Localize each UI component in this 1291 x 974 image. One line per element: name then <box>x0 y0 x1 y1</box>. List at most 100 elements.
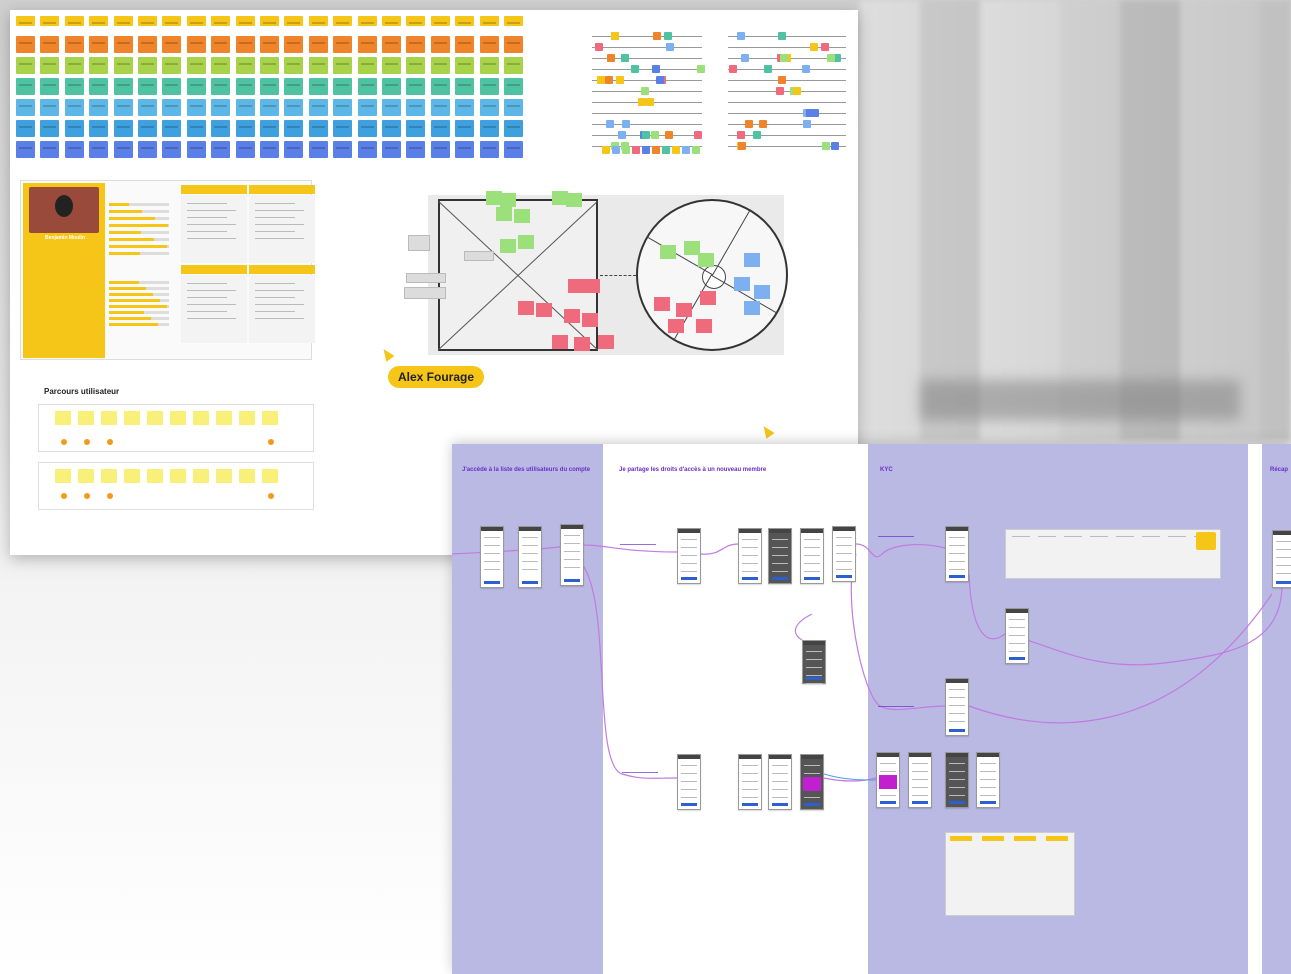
sticky-note <box>40 16 60 26</box>
flow-line <box>592 47 702 48</box>
text-line <box>187 290 236 291</box>
highlight-chip <box>1196 532 1216 550</box>
sticky-note <box>211 36 231 53</box>
user-flow-map[interactable] <box>578 28 848 168</box>
sticky-note <box>479 120 499 137</box>
highlight-chip <box>1014 836 1036 841</box>
journey-row[interactable] <box>38 462 314 510</box>
sticky-note <box>308 57 328 74</box>
sticky-note <box>504 99 523 116</box>
sticky-note <box>479 57 499 74</box>
sticky-note <box>382 16 401 26</box>
sticky-note <box>113 36 133 53</box>
sticky-note <box>40 99 60 116</box>
sticky-note <box>496 207 512 221</box>
sticky-note <box>162 16 182 26</box>
sticky-note <box>16 99 35 116</box>
sticky-note <box>744 253 760 267</box>
flow-node <box>652 32 661 40</box>
journey-step-note <box>78 469 94 483</box>
flow-node <box>822 142 831 150</box>
whiteboard-flows[interactable]: J'accède à la liste des utilisateurs du … <box>452 444 1291 974</box>
connector-label <box>622 772 658 784</box>
sticky-note <box>138 141 157 158</box>
trait-slider <box>109 317 169 320</box>
text-line <box>255 318 304 319</box>
text-line <box>1116 536 1134 537</box>
screen-frame <box>1005 608 1029 664</box>
flow-node <box>740 54 749 62</box>
sticky-note <box>504 141 523 158</box>
sticky-note <box>504 57 523 74</box>
sticky-note <box>260 36 279 53</box>
cursor-arrow-icon <box>379 346 395 362</box>
sticky-note <box>138 57 157 74</box>
flow-node <box>728 65 737 73</box>
column-body <box>181 195 247 263</box>
sticky-note <box>455 16 475 26</box>
text-line <box>187 217 227 218</box>
sticky-note <box>382 99 401 116</box>
sticky-note <box>235 120 255 137</box>
text-line <box>255 290 304 291</box>
flow-line <box>592 113 702 114</box>
sticky-note <box>308 16 328 26</box>
text-line <box>1038 536 1056 537</box>
sticky-note <box>138 16 157 26</box>
sticky-note <box>235 78 255 95</box>
flow-node <box>621 54 630 62</box>
sticky-note <box>64 99 84 116</box>
journey-row[interactable] <box>38 404 314 452</box>
journey-step-note <box>55 411 71 425</box>
flow-node <box>651 131 660 139</box>
sticky-note <box>654 297 670 311</box>
screen-frame <box>480 526 504 588</box>
emotion-icon <box>61 439 67 445</box>
sticky-note <box>668 319 684 333</box>
sticky-note <box>333 120 353 137</box>
sticky-note <box>113 99 133 116</box>
text-line <box>1012 536 1030 537</box>
screen-frame <box>677 754 701 810</box>
flow-node <box>662 146 670 154</box>
sticky-note <box>113 57 133 74</box>
flow-node <box>605 120 614 128</box>
sticky-note <box>430 36 450 53</box>
sticky-note <box>113 16 133 26</box>
trait-slider <box>109 311 169 314</box>
screen-row-frame <box>945 832 1075 916</box>
sticky-note <box>89 99 109 116</box>
journey-step-note <box>147 411 163 425</box>
flow-line <box>728 113 846 114</box>
sticky-note <box>455 99 475 116</box>
flow-connector <box>452 545 571 555</box>
sticky-note <box>430 16 450 26</box>
flow-line <box>728 135 846 136</box>
sticky-note <box>382 120 401 137</box>
flow-node <box>776 87 785 95</box>
value-proposition-canvas[interactable] <box>404 191 788 355</box>
journey-step-note <box>101 411 117 425</box>
sticky-note <box>211 120 231 137</box>
sticky-note <box>479 99 499 116</box>
sticky-note <box>162 57 182 74</box>
sticky-note <box>698 253 714 267</box>
sticky-note <box>16 57 35 74</box>
sticky-note <box>333 78 353 95</box>
persona-card[interactable]: Benjamin Moulin <box>20 180 315 360</box>
screen-frame <box>738 528 762 584</box>
flow-line <box>728 80 846 81</box>
text-line <box>187 224 236 225</box>
sticky-note <box>138 120 157 137</box>
trait-slider <box>109 299 169 302</box>
sticky-note <box>235 36 255 53</box>
flow-node <box>642 131 651 139</box>
flow-node <box>652 146 660 154</box>
text-line <box>1168 536 1186 537</box>
sticky-note <box>382 78 401 95</box>
trait-slider <box>109 203 169 206</box>
trait-slider <box>109 293 169 296</box>
sticky-note <box>260 141 279 158</box>
screen-frame <box>738 754 762 810</box>
flow-node <box>831 142 840 150</box>
